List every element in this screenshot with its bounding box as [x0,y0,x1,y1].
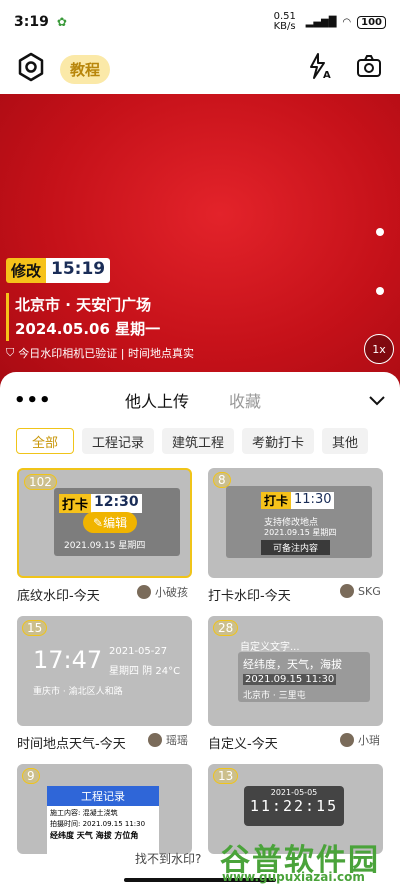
watermark-location: 北京市 · 天安门广场 [15,296,152,314]
chip-all[interactable]: 全部 [16,428,74,454]
tab-favorites[interactable]: 收藏 [229,388,261,412]
card-tag: 打卡 [59,494,92,513]
card-line: 2021.09.15 星期四 [264,528,337,537]
battery-icon: 100 [357,15,386,29]
more-icon[interactable]: ••• [14,390,52,411]
card-date: 2021-05-27 [109,646,168,657]
watermark-tag: 修改 [6,258,47,283]
card-header: 工程记录 [47,786,159,806]
use-count-badge: 13 [213,768,239,784]
use-count-badge: 28 [213,620,239,636]
flash-auto-icon[interactable]: A [308,52,334,86]
watermark-overlay[interactable]: 修改 15:19 北京市 · 天安门广场 2024.05.06 星期一 ⛉ 今日… [6,258,194,361]
edit-button[interactable]: ✎编辑 [83,512,138,533]
chip-attendance[interactable]: 考勤打卡 [242,428,315,454]
network-speed: 0.51 KB/s [273,11,296,32]
svg-text:A: A [323,70,331,80]
card-title: 时间地点天气-今天 [17,737,126,752]
card-time: 11:30 [291,492,335,509]
card-place: 重庆市 · 渝北区人和路 [33,687,123,697]
status-bar: 3:19 ✿ 0.51 KB/s ▂▄▆█ ◠ 100 [0,0,400,44]
template-card[interactable]: 28 自定义文字... 经纬度，天气，海拔 2021.09.15 11:30 北… [208,616,383,726]
card-custom-text: 自定义文字... [240,642,300,653]
card-title: 底纹水印-今天 [17,589,100,604]
cant-find-watermark-link[interactable]: 找不到水印? [135,850,201,867]
card-tag: 打卡 [261,492,292,509]
card-author: 小破孩 [137,584,188,600]
template-card[interactable]: 8 打卡 11:30 支持修改地点 2021.09.15 星期四 可备注内容 [208,468,383,578]
shield-check-icon: ⛉ [6,346,15,359]
pencil-icon: ✎ [93,516,104,530]
card-info: 经纬度，天气，海拔 [243,658,342,671]
card-author: 小琑 [340,732,380,748]
card-place: 北京市 · 三里屯 [243,691,306,701]
category-chips: 全部 工程记录 建筑工程 考勤打卡 其他 [0,428,400,456]
card-note: 可备注内容 [261,540,331,555]
template-card[interactable]: 15 17:47 2021-05-27 星期四 阴 24°C 重庆市 · 渝北区… [17,616,192,726]
chip-construction[interactable]: 建筑工程 [162,428,235,454]
template-card[interactable]: 9 工程记录 施工内容: 混凝土浇筑 拍摄时间: 2021.09.15 11:3… [17,764,192,854]
card-date: 2021.09.15 星期四 [64,541,146,551]
signal-icon: ▂▄▆█ [305,16,337,28]
app-notification-icon: ✿ [56,15,67,29]
use-count-badge: 9 [22,768,40,784]
page-dot [376,287,384,295]
use-count-badge: 102 [24,474,57,490]
card-row: 施工内容: 混凝土浇筑 [50,809,118,817]
chevron-down-icon[interactable] [368,391,386,410]
tutorial-button[interactable]: 教程 [60,54,111,84]
status-time: 3:19 [14,14,49,30]
switch-camera-icon[interactable] [354,52,384,86]
card-author: SKG [340,584,381,598]
template-card[interactable]: 102 打卡 12:30 2021.09.15 星期四 ✎编辑 [17,468,192,578]
tab-others-upload[interactable]: 他人上传 [125,388,189,412]
top-bar: 教程 A [0,44,400,94]
card-title: 打卡水印-今天 [208,589,291,604]
avatar [148,733,162,747]
card-time: 12:30 [91,494,142,513]
avatar [340,733,354,747]
watermark-time: 15:19 [46,258,111,283]
card-row: 拍摄时间: 2021.09.15 11:30 [50,820,146,828]
card-datetime: 2021.09.15 11:30 [243,674,337,685]
card-clock: 11:22:15 [249,797,339,815]
watermark-panel: ••• 他人上传 收藏 全部 工程记录 建筑工程 考勤打卡 其他 102 打卡 … [0,372,400,890]
watermark-verified: 今日水印相机已验证 | 时间地点真实 [18,347,194,360]
chip-engineering[interactable]: 工程记录 [82,428,155,454]
card-time: 17:47 [33,646,103,674]
card-weather: 星期四 阴 24°C [109,666,181,677]
chip-other[interactable]: 其他 [322,428,369,454]
use-count-badge: 15 [22,620,48,636]
card-row: 经纬度 天气 海拔 方位角 [50,831,139,840]
watermark-date: 2024.05.06 星期一 [15,320,161,338]
page-dot [376,228,384,236]
card-date: 2021-05-05 [270,788,318,797]
avatar [137,585,151,599]
card-title: 自定义-今天 [208,737,278,752]
wifi-icon: ◠ [342,16,352,28]
settings-icon[interactable] [16,52,46,86]
card-author: 瑶瑶 [148,732,188,748]
avatar [340,584,354,598]
zoom-button[interactable]: 1x [364,334,394,364]
site-logo-url: www.gupuxiazai.com [222,870,365,884]
